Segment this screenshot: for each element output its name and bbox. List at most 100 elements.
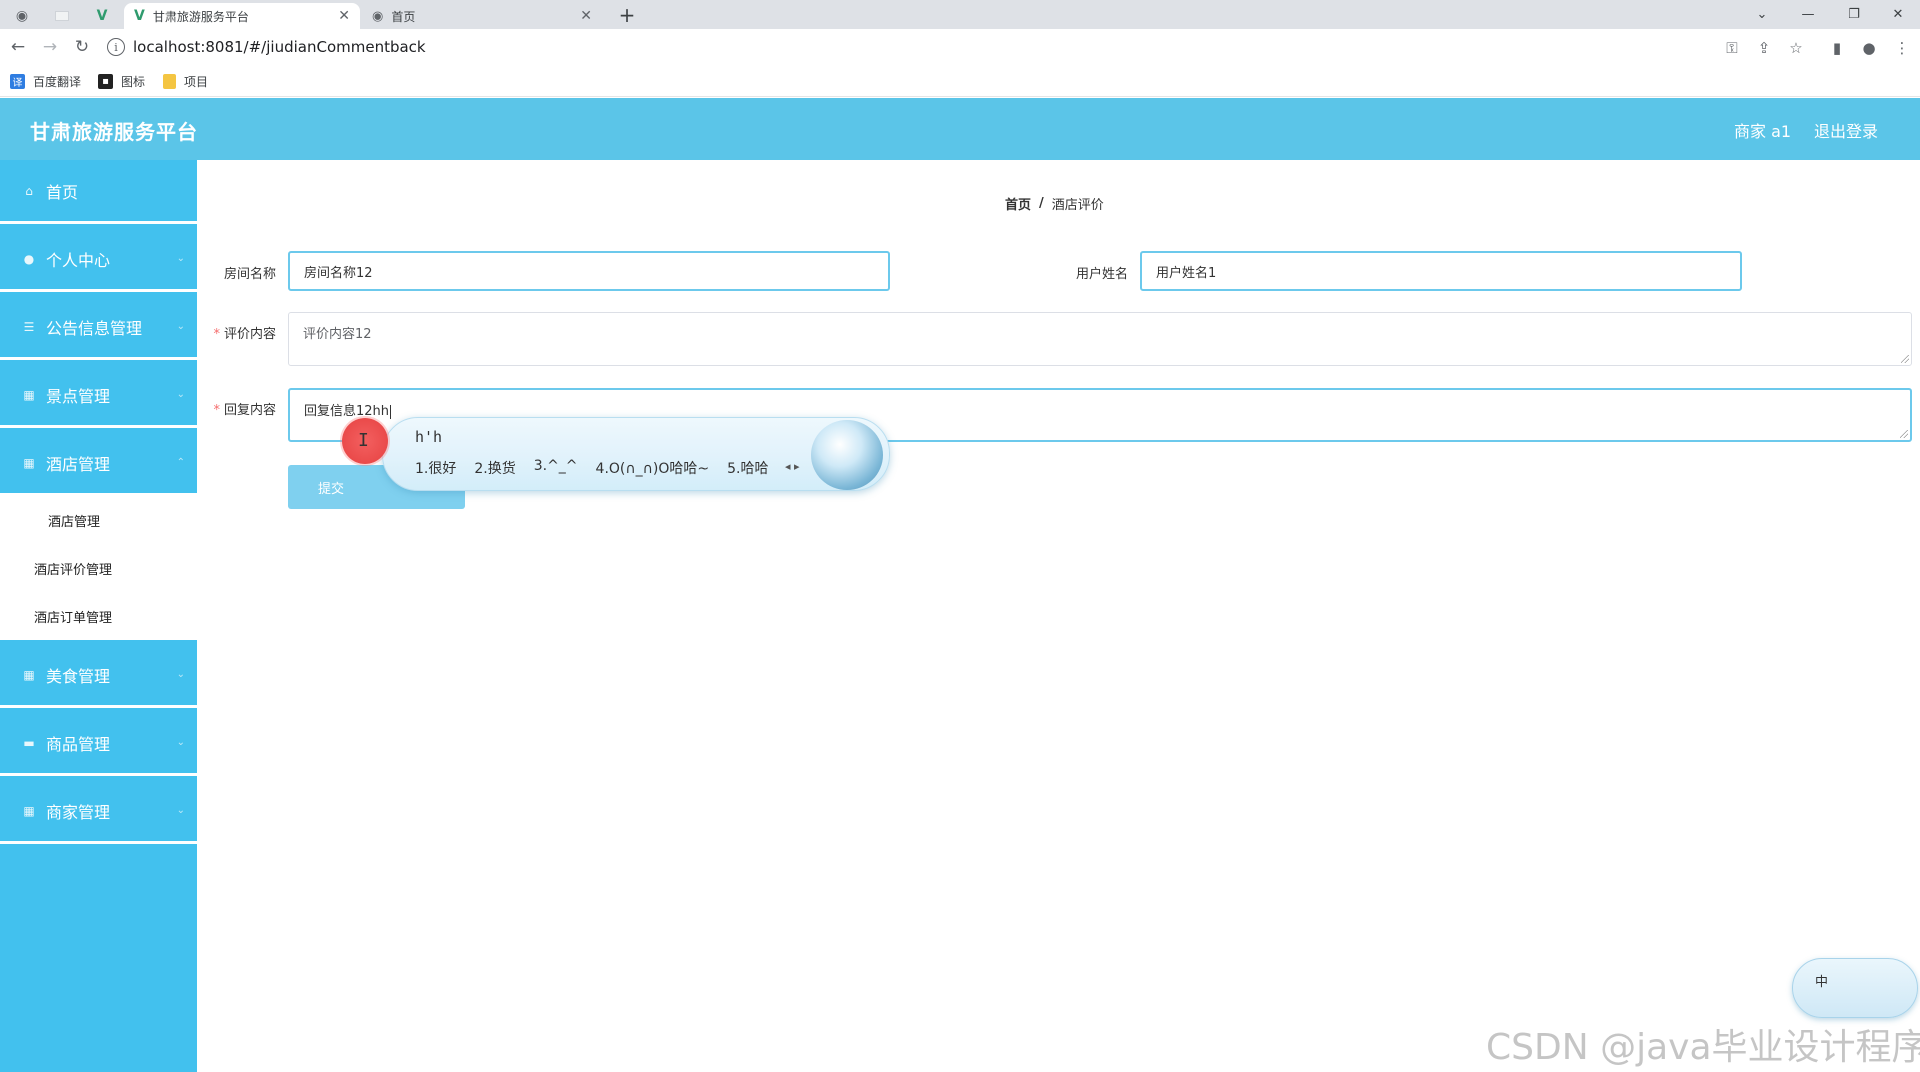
ime-skin-ball-icon: [811, 420, 883, 490]
text-caret: [390, 404, 392, 419]
bookmarks-bar: 译 百度翻译 ▪ 图标 项目: [0, 65, 1920, 97]
ime-page-arrows-icon[interactable]: ◂ ▸: [785, 460, 800, 473]
sidebar-item-merchant[interactable]: ▦ 商家管理 ⌄: [0, 780, 197, 844]
key-icon[interactable]: ⚿: [1720, 36, 1744, 60]
ime-candidate[interactable]: 3.^_^: [534, 458, 578, 478]
ime-candidate[interactable]: 2.换货: [474, 458, 515, 478]
submenu-hotel[interactable]: 酒店管理: [0, 496, 197, 544]
vue-logo-icon: V: [96, 8, 108, 24]
ime-candidate[interactable]: 1.很好: [415, 458, 456, 478]
info-icon[interactable]: i: [107, 38, 125, 56]
sidebar-item-label: 美食管理: [46, 666, 111, 686]
close-window-button[interactable]: ✕: [1876, 0, 1920, 28]
bookmark-icons[interactable]: ▪ 图标: [98, 72, 145, 90]
close-icon[interactable]: ✕: [580, 8, 592, 24]
chevron-up-icon: ⌃: [176, 457, 185, 468]
breadcrumb: 首页 / 酒店评价: [1005, 194, 1104, 213]
tab-active[interactable]: V 甘肃旅游服务平台 ✕: [124, 3, 360, 29]
side-panel-icon[interactable]: ▮: [1825, 36, 1849, 60]
page-icon: [55, 11, 69, 21]
chevron-down-icon: ⌄: [176, 805, 185, 816]
bookmark-project[interactable]: 项目: [163, 72, 208, 90]
browser-toolbar: ← → ↻ i localhost:8081/#/jiudianCommentb…: [0, 29, 1920, 65]
sidebar-item-goods[interactable]: ▬ 商品管理 ⌄: [0, 712, 197, 776]
new-tab-button[interactable]: +: [614, 3, 640, 27]
forward-button[interactable]: →: [36, 33, 64, 61]
logout-link[interactable]: 退出登录: [1814, 118, 1878, 142]
bookmark-translate[interactable]: 译 百度翻译: [10, 72, 81, 90]
minimize-button[interactable]: —: [1786, 0, 1830, 28]
bookmark-label: 百度翻译: [33, 74, 82, 89]
breadcrumb-separator: /: [1039, 196, 1044, 211]
vue-logo-icon: V: [134, 8, 145, 24]
watermark: CSDN @java毕业设计程序: [1486, 1027, 1920, 1068]
bookmark-label: 图标: [121, 74, 146, 89]
submit-label: 提交: [318, 481, 345, 497]
sidebar-item-notices[interactable]: ☰ 公告信息管理 ⌄: [0, 296, 197, 360]
sidebar-item-label: 公告信息管理: [46, 318, 143, 338]
tab-second[interactable]: ◉ 首页 ✕: [362, 3, 602, 29]
back-button[interactable]: ←: [4, 33, 32, 61]
restore-button[interactable]: ❐: [1832, 0, 1876, 28]
ime-candidate[interactable]: 5.哈哈: [727, 458, 768, 478]
sidebar-item-label: 景点管理: [46, 386, 111, 406]
required-mark: *: [213, 403, 220, 418]
sidebar-item-scenic[interactable]: ▦ 景点管理 ⌄: [0, 364, 197, 428]
sidebar-item-label: 首页: [46, 182, 79, 202]
room-name-input[interactable]: 房间名称12: [288, 251, 890, 291]
reload-button[interactable]: ↻: [68, 33, 96, 61]
resize-handle-icon[interactable]: [1901, 355, 1909, 363]
sidebar-item-hotel[interactable]: ▦ 酒店管理 ⌃: [0, 432, 197, 496]
star-icon[interactable]: ☆: [1784, 36, 1808, 60]
ime-status-bar[interactable]: 中: [1792, 958, 1918, 1018]
chat-icon: ▬: [23, 735, 35, 750]
globe-icon: ◉: [15, 8, 29, 24]
url-text: localhost:8081/#/jiudianCommentback: [133, 38, 426, 56]
grid-icon: ▦: [23, 803, 35, 818]
user-icon: ●: [23, 251, 35, 266]
tab-search-icon[interactable]: ⌄: [1740, 0, 1784, 28]
folder-icon: [163, 73, 176, 89]
ime-candidate-list: 1.很好 2.换货 3.^_^ 4.O(∩_∩)O哈哈~ 5.哈哈: [415, 458, 786, 478]
comment-text: 评价内容12: [303, 327, 372, 342]
bookmark-label: 项目: [184, 74, 209, 89]
pinned-tab-blank[interactable]: [46, 3, 78, 29]
current-user: 商家 a1: [1734, 122, 1792, 141]
submenu-hotel-comments[interactable]: 酒店评价管理: [0, 544, 197, 592]
breadcrumb-home[interactable]: 首页: [1005, 194, 1031, 213]
comment-textarea[interactable]: 评价内容12: [288, 312, 1912, 366]
ime-candidate[interactable]: 4.O(∩_∩)O哈哈~: [596, 458, 710, 478]
pinned-tab-vue[interactable]: V: [86, 3, 118, 29]
hotel-submenu: 酒店管理 酒店评价管理 酒店订单管理: [0, 496, 197, 640]
text-cursor-icon: I: [358, 430, 369, 451]
grid-icon: ▦: [23, 387, 35, 402]
submenu-label: 酒店管理: [48, 514, 101, 530]
grid-icon: ▦: [23, 667, 35, 682]
share-icon[interactable]: ⇪: [1752, 36, 1776, 60]
required-mark: *: [213, 327, 220, 342]
submenu-label: 酒店评价管理: [34, 562, 113, 578]
sidebar-item-home[interactable]: ⌂ 首页: [0, 160, 197, 224]
reply-text: 回复信息12hh: [304, 404, 390, 419]
list-icon: ☰: [23, 319, 35, 334]
submenu-hotel-orders[interactable]: 酒店订单管理: [0, 592, 197, 640]
address-bar[interactable]: i localhost:8081/#/jiudianCommentback: [107, 33, 1777, 61]
app-header: 甘肃旅游服务平台 商家 a1 退出登录: [0, 98, 1920, 160]
user-name-input[interactable]: 用户姓名1: [1140, 251, 1742, 291]
tab-title: 甘肃旅游服务平台: [152, 9, 249, 24]
app-title: 甘肃旅游服务平台: [30, 120, 198, 144]
chevron-down-icon: ⌄: [176, 253, 185, 264]
sidebar-item-label: 商家管理: [46, 802, 111, 822]
pinned-tab-globe[interactable]: ◉: [6, 3, 38, 29]
resize-handle-icon[interactable]: [1900, 430, 1908, 438]
breadcrumb-current: 酒店评价: [1051, 198, 1104, 213]
more-menu-icon[interactable]: ⋮: [1890, 36, 1914, 60]
translate-icon: 译: [10, 73, 25, 89]
sidebar-item-profile[interactable]: ● 个人中心 ⌄: [0, 228, 197, 292]
close-icon[interactable]: ✕: [338, 8, 350, 24]
chevron-down-icon: ⌄: [176, 389, 185, 400]
sidebar-item-label: 商品管理: [46, 734, 111, 754]
sidebar-item-food[interactable]: ▦ 美食管理 ⌄: [0, 644, 197, 708]
chevron-down-icon: ⌄: [176, 737, 185, 748]
profile-icon[interactable]: ●: [1857, 36, 1881, 60]
